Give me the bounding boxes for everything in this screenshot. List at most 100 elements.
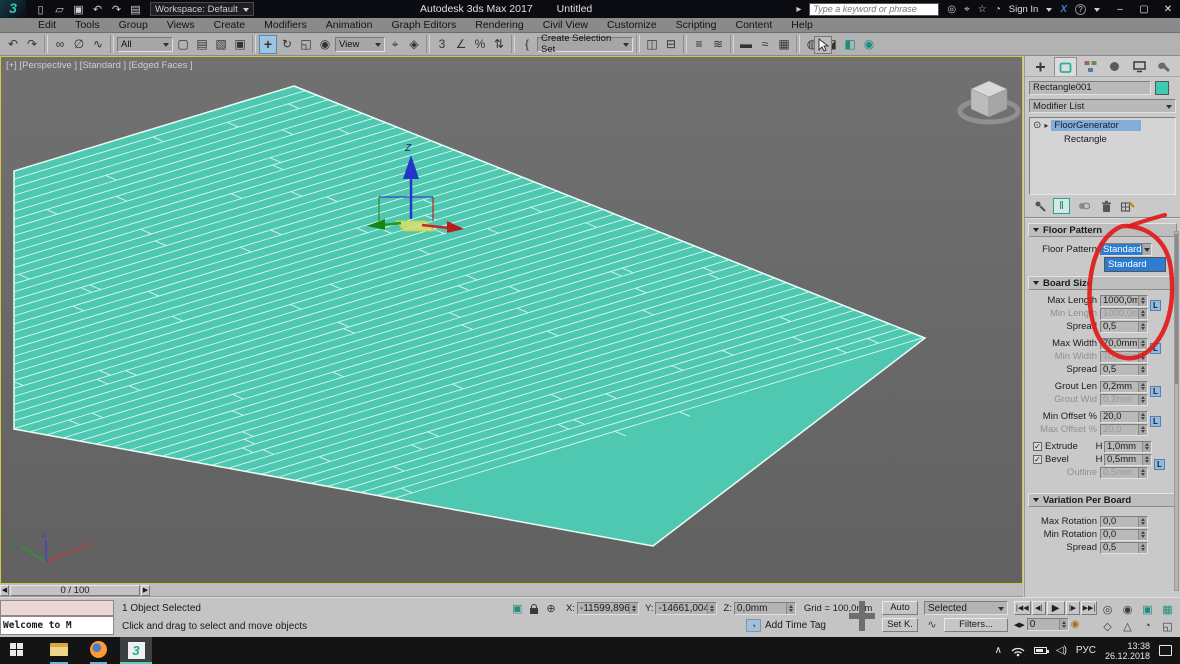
restore-button[interactable]: ▢ [1132,0,1156,18]
communication-center-icon[interactable]: ⌖ [964,4,970,15]
search-icon[interactable]: ◎ [947,4,956,15]
spinner[interactable] [1138,339,1147,349]
spinner-down-icon[interactable] [1141,387,1145,392]
isolate-selection-icon[interactable]: ▣ [512,602,522,615]
open-file-icon[interactable]: ▱ [53,3,66,16]
tab-utilities[interactable] [1153,57,1176,76]
menu-tools[interactable]: Tools [75,19,100,31]
menu-content[interactable]: Content [735,19,772,31]
spinner[interactable] [1142,455,1151,465]
selection-lock-icon[interactable] [530,608,538,614]
spinner[interactable] [1138,322,1147,332]
file-explorer-icon[interactable] [50,643,68,656]
select-and-manipulate-icon[interactable]: ◈ [405,35,423,54]
pan-view-icon[interactable]: ◇ [1098,618,1117,634]
view-cube[interactable] [960,81,1018,122]
play-animation-button[interactable]: ▶ [1047,601,1065,615]
menu-civil-view[interactable]: Civil View [543,19,588,31]
stack-item-rectangle[interactable]: Rectangle [1030,132,1175,146]
spinner-up-icon[interactable] [1145,454,1149,459]
spread-field[interactable]: 0,5 [1100,364,1148,376]
start-button[interactable] [10,643,23,656]
zoom-all-icon[interactable]: ◉ [1118,601,1137,617]
wifi-icon[interactable] [1011,644,1025,657]
dropdown-option-standard[interactable]: Standard [1105,258,1165,271]
render-production-icon[interactable]: ◉ [860,35,878,54]
selection-filter-dropdown[interactable]: All [117,37,173,52]
snaps-toggle-icon[interactable]: 3 [433,35,451,54]
previous-frame-arrow[interactable]: ◀ [0,585,9,596]
firefox-icon[interactable] [90,641,107,658]
spinner-down-icon[interactable] [1141,535,1145,540]
rendered-frame-window-icon[interactable]: ◧ [841,35,859,54]
go-to-end-button[interactable]: ▶▶| [1081,601,1098,615]
spinner[interactable] [1138,296,1147,306]
previous-frame-button[interactable]: ◀| [1032,601,1046,615]
action-center-icon[interactable] [1159,645,1172,656]
frame-step-icons[interactable]: ◀▶ [1014,621,1025,629]
angle-snap-toggle-icon[interactable]: ∠ [452,35,470,54]
search-expander-icon[interactable]: ▸ [796,4,801,15]
spinner[interactable] [1138,382,1147,392]
x-coordinate-field[interactable]: -11599,896 [577,602,639,615]
panel-scrollbar[interactable] [1174,231,1179,591]
zoom-extents-selected-icon[interactable]: ▣ [1138,601,1157,617]
tab-motion[interactable] [1104,57,1127,76]
spinner-up-icon[interactable] [1141,308,1145,313]
chevron-down-icon[interactable] [1046,8,1052,15]
edit-named-selection-sets-icon[interactable]: { [518,35,536,54]
absolute-mode-transform-icon[interactable]: ⊕ [546,602,555,615]
reference-coordinate-system-dropdown[interactable]: View [335,37,385,52]
language-indicator[interactable]: РУС [1076,645,1096,656]
spinner-up-icon[interactable] [1141,351,1145,356]
link-values-button[interactable]: L [1150,416,1161,427]
pin-stack-icon[interactable] [1031,198,1048,214]
time-slider[interactable]: ◀ 0 / 100 ▶ [0,584,1023,597]
spinner-up-icon[interactable] [1141,467,1145,472]
extrude-field[interactable]: 1,0mm [1104,441,1152,453]
select-and-link-icon[interactable]: ∞ [51,35,69,54]
spinner[interactable] [1138,517,1147,527]
link-values-button[interactable]: L [1150,386,1161,397]
redo-icon[interactable]: ↷ [23,35,41,54]
a360-icon[interactable]: X [1060,4,1067,15]
add-time-tag[interactable]: ◔ Add Time Tag [746,619,826,632]
align-icon[interactable]: ⊟ [662,35,680,54]
spinner-up-icon[interactable] [1141,364,1145,369]
spinner-up-icon[interactable] [1141,338,1145,343]
tab-display[interactable] [1128,57,1151,76]
current-frame-field[interactable]: 0 [1027,618,1069,631]
spinner-up-icon[interactable] [1141,295,1145,300]
sign-in-button[interactable]: Sign In [1009,4,1039,15]
spinner[interactable] [1138,530,1147,540]
3ds-max-logo-icon[interactable]: 3 [0,0,26,18]
min-length-field[interactable]: 1000,0mm [1100,308,1148,320]
walk-through-icon[interactable]: △ [1118,618,1137,634]
spinner-up-icon[interactable] [1141,529,1145,534]
spinner-down-icon[interactable] [1141,417,1145,422]
named-selection-sets-dropdown[interactable]: Create Selection Set [537,37,633,52]
toggle-scene-explorer-icon[interactable]: ≡ [690,35,708,54]
rollout-floor-pattern[interactable]: Floor Pattern [1028,223,1177,237]
max-rotation-field[interactable]: 0,0 [1100,516,1148,528]
tab-modify[interactable] [1054,57,1077,76]
favorites-star-icon[interactable]: ☆ [978,4,987,15]
min-offset--field[interactable]: 20,0 [1100,411,1148,423]
min-width-field[interactable]: 70,0mm [1100,351,1148,363]
set-keys-button[interactable] [849,601,875,631]
bevel-field[interactable]: 0,5mm [1104,454,1152,466]
battery-icon[interactable] [1034,647,1047,654]
spinner-up-icon[interactable] [1141,394,1145,399]
chevron-down-icon[interactable] [1094,8,1100,15]
spinner-down-icon[interactable] [1145,460,1149,465]
unlink-selection-icon[interactable]: ∅ [70,35,88,54]
make-unique-icon[interactable] [1075,198,1092,214]
orbit-icon[interactable]: ◔ [1138,618,1157,634]
spinner[interactable] [1138,395,1147,405]
next-frame-arrow[interactable]: ▶ [141,585,150,596]
outline-field[interactable]: 0,5mm [1100,467,1148,479]
spinner-down-icon[interactable] [1141,473,1145,478]
zoom-icon[interactable]: ◎ [1098,601,1117,617]
link-values-button[interactable]: L [1154,459,1165,470]
next-frame-button[interactable]: |▶ [1066,601,1080,615]
